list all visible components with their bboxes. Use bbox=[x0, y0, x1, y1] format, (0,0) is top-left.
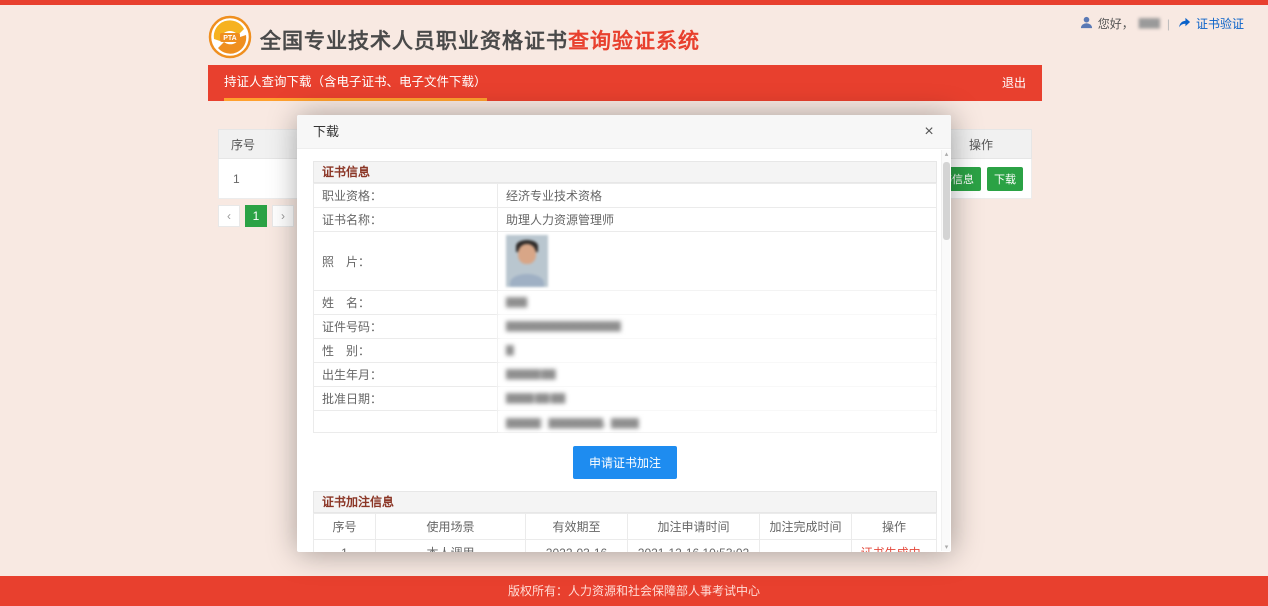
apply-button-row: 申请证书加注 bbox=[313, 446, 937, 479]
page-title: 全国专业技术人员职业资格证书查询验证系统 bbox=[260, 25, 700, 55]
download-modal: 下载 × 证书信息 职业资格： 经济专业技术资格 证书名称： 助理人力资源管理师… bbox=[297, 115, 951, 552]
scrollbar-thumb[interactable] bbox=[943, 162, 950, 240]
field-value bbox=[498, 232, 937, 291]
apply-annotation-button[interactable]: 申请证书加注 bbox=[573, 446, 677, 479]
current-page-button[interactable]: 1 bbox=[245, 205, 267, 227]
field-value-redacted: ▇▇▇▇▇ ▇▇ bbox=[498, 363, 937, 387]
column-header: 序号 bbox=[314, 514, 376, 540]
cell-scene: 本人调用 bbox=[376, 540, 526, 553]
username: ▇▇▇ bbox=[1139, 18, 1159, 29]
field-label: 批准日期： bbox=[314, 387, 498, 411]
field-label bbox=[314, 411, 498, 433]
field-label: 证书名称： bbox=[314, 208, 498, 232]
logout-button[interactable]: 退出 bbox=[1002, 65, 1026, 101]
column-header: 操作 bbox=[852, 514, 937, 540]
tab-holder-query-download[interactable]: 持证人查询下载（含电子证书、电子文件下载） bbox=[224, 65, 487, 101]
field-value-redacted: ▇▇▇▇▇▇▇▇▇▇▇▇▇▇▇▇▇ bbox=[498, 315, 937, 339]
scroll-down-icon[interactable]: ▾ bbox=[942, 543, 951, 551]
modal-header: 下载 × bbox=[297, 115, 951, 149]
field-label: 出生年月： bbox=[314, 363, 498, 387]
field-label: 性 别： bbox=[314, 339, 498, 363]
footer: 版权所有：人力资源和社会保障部人事考试中心 bbox=[0, 576, 1268, 606]
field-value-redacted: ▇▇▇▇-▇▇-▇▇ bbox=[498, 387, 937, 411]
field-label: 照 片： bbox=[314, 232, 498, 291]
next-page-button[interactable]: › bbox=[272, 205, 294, 227]
copyright-text: 版权所有：人力资源和社会保障部人事考试中心 bbox=[508, 584, 760, 598]
column-header: 使用场景 bbox=[376, 514, 526, 540]
download-button[interactable]: 下载 bbox=[987, 167, 1023, 191]
table-row: 姓 名： ▇▇▇ bbox=[314, 291, 937, 315]
pta-logo-icon: PTA bbox=[208, 15, 252, 64]
cell-complete-time bbox=[760, 540, 852, 553]
field-value: 助理人力资源管理师 bbox=[498, 208, 937, 232]
modal-scrollbar[interactable]: ▴ ▾ bbox=[941, 150, 950, 551]
page-title-main: 全国专业技术人员职业资格证书 bbox=[260, 30, 568, 53]
column-header: 有效期至 bbox=[526, 514, 628, 540]
field-label: 姓 名： bbox=[314, 291, 498, 315]
table-row: 职业资格： 经济专业技术资格 bbox=[314, 184, 937, 208]
field-label: 证件号码： bbox=[314, 315, 498, 339]
logo-text: PTA bbox=[223, 35, 236, 42]
annotation-header-row: 序号 使用场景 有效期至 加注申请时间 加注完成时间 操作 bbox=[314, 514, 937, 540]
share-arrow-icon bbox=[1178, 16, 1191, 32]
annotation-table: 序号 使用场景 有效期至 加注申请时间 加注完成时间 操作 1 本人调用 202… bbox=[313, 513, 937, 552]
column-header: 加注完成时间 bbox=[760, 514, 852, 540]
page-title-accent: 查询验证系统 bbox=[568, 30, 700, 53]
scroll-up-icon[interactable]: ▴ bbox=[942, 150, 951, 158]
modal-body: 证书信息 职业资格： 经济专业技术资格 证书名称： 助理人力资源管理师 照 片： bbox=[297, 149, 941, 552]
cert-generating-link[interactable]: 证书生成中.. bbox=[861, 546, 928, 552]
certificate-photo bbox=[506, 235, 548, 287]
section-title-cert-info: 证书信息 bbox=[313, 161, 937, 183]
cell-apply-time: 2021-12-16 10:53:02 bbox=[628, 540, 760, 553]
certificate-info-table: 职业资格： 经济专业技术资格 证书名称： 助理人力资源管理师 照 片： 姓 名 bbox=[313, 183, 937, 433]
certificate-verify-link[interactable]: 证书验证 bbox=[1196, 15, 1244, 32]
header: PTA 全国专业技术人员职业资格证书查询验证系统 您好， ▇▇▇ | 证书验证 bbox=[0, 5, 1268, 65]
cell-valid-until: 2022-03-16 bbox=[526, 540, 628, 553]
field-value-redacted: ▇▇▇▇▇：▇▇▇▇▇▇▇▇，▇▇▇▇ bbox=[498, 411, 937, 433]
user-icon bbox=[1080, 16, 1093, 32]
modal-title: 下载 bbox=[313, 124, 339, 139]
table-row: ▇▇▇▇▇：▇▇▇▇▇▇▇▇，▇▇▇▇ bbox=[314, 411, 937, 433]
table-row: 证件号码： ▇▇▇▇▇▇▇▇▇▇▇▇▇▇▇▇▇ bbox=[314, 315, 937, 339]
column-header: 加注申请时间 bbox=[628, 514, 760, 540]
nav-bar: 持证人查询下载（含电子证书、电子文件下载） 退出 bbox=[208, 65, 1042, 101]
field-value-redacted: ▇▇▇ bbox=[498, 291, 937, 315]
brand: PTA 全国专业技术人员职业资格证书查询验证系统 bbox=[208, 15, 700, 64]
user-bar: 您好， ▇▇▇ | 证书验证 bbox=[1080, 15, 1244, 32]
section-title-annotation-info: 证书加注信息 bbox=[313, 491, 937, 513]
cell-seq: 1 bbox=[314, 540, 376, 553]
table-row: 证书名称： 助理人力资源管理师 bbox=[314, 208, 937, 232]
table-row: 性 别： ▇ bbox=[314, 339, 937, 363]
separator: | bbox=[1167, 17, 1170, 31]
prev-page-button[interactable]: ‹ bbox=[218, 205, 240, 227]
table-row: 出生年月： ▇▇▇▇▇ ▇▇ bbox=[314, 363, 937, 387]
field-label: 职业资格： bbox=[314, 184, 498, 208]
table-row: 1 本人调用 2022-03-16 2021-12-16 10:53:02 证书… bbox=[314, 540, 937, 553]
field-value-redacted: ▇ bbox=[498, 339, 937, 363]
field-value: 经济专业技术资格 bbox=[498, 184, 937, 208]
table-row: 照 片： bbox=[314, 232, 937, 291]
greeting-text: 您好， bbox=[1098, 15, 1134, 32]
table-row: 批准日期： ▇▇▇▇-▇▇-▇▇ bbox=[314, 387, 937, 411]
close-icon[interactable]: × bbox=[919, 122, 939, 142]
